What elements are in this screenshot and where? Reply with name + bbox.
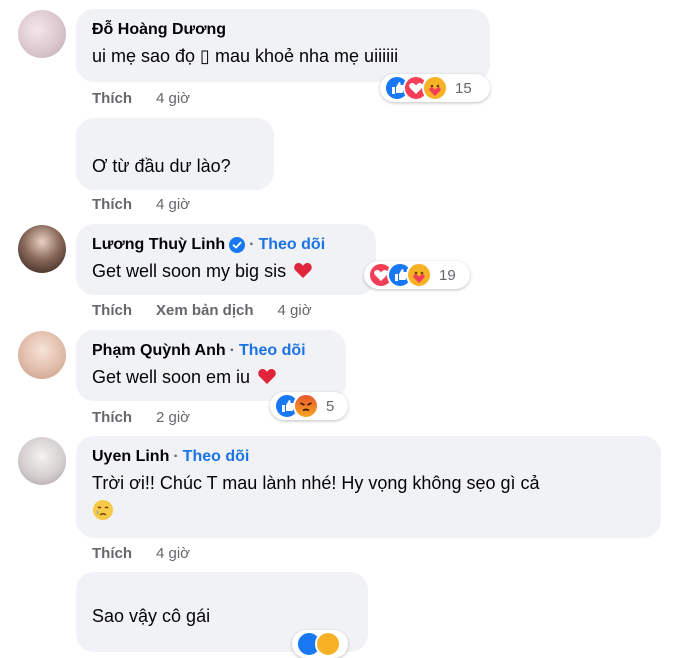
crying-face-emoji-icon [93, 500, 113, 520]
avatar[interactable] [18, 331, 66, 379]
reaction-summary[interactable]: 15 [380, 74, 490, 102]
like-button[interactable]: Thích [92, 302, 132, 319]
follow-button[interactable]: Theo dõi [239, 341, 306, 361]
separator-dot: · [173, 448, 179, 465]
comment-text: Get well soon em iu [92, 365, 330, 389]
timestamp[interactable]: 4 giờ [278, 302, 312, 319]
comment-text: Get well soon my big sis [92, 259, 360, 283]
commenter-name[interactable]: Đỗ Hoàng Dương [92, 20, 226, 40]
timestamp[interactable]: 4 giờ [156, 545, 190, 562]
comment-text: ui mẹ sao đọ ▯ mau khoẻ nha mẹ uiiiiii [92, 46, 399, 66]
follow-button[interactable]: Theo dõi [183, 447, 250, 467]
angry-reaction-icon [293, 393, 319, 419]
comment-actions: Thích Xem bản dịch 4 giờ [92, 302, 336, 319]
red-heart-emoji-icon [294, 263, 312, 278]
care-reaction-icon [315, 631, 341, 657]
comment-bubble: Uyen Linh · Theo dõi Trời ơi!! Chúc T ma… [76, 436, 661, 538]
follow-button[interactable]: Theo dõi [258, 235, 325, 255]
reaction-count: 19 [439, 266, 456, 284]
comment-actions: Thích 2 giờ [92, 409, 214, 426]
reaction-summary[interactable]: 5 [270, 392, 348, 420]
avatar[interactable] [18, 10, 66, 58]
comment-text: Sao vậy cô gái [92, 606, 211, 626]
reaction-summary[interactable] [292, 630, 348, 658]
reaction-count: 5 [326, 397, 335, 415]
like-button[interactable]: Thích [92, 196, 132, 213]
like-button[interactable]: Thích [92, 545, 132, 562]
care-reaction-icon [406, 262, 432, 288]
comment-text-body: Get well soon my big sis [92, 261, 287, 281]
comment-actions: Thích 4 giờ [92, 545, 214, 562]
red-heart-emoji-icon [258, 369, 276, 384]
comment-text: Trời ơi!! Chúc T mau lành nhé! Hy vọng k… [92, 473, 540, 493]
commenter-name[interactable]: Uyen Linh [92, 447, 169, 467]
comment-bubble: Lương Thuỳ Linh · Theo dõi Get well soon… [76, 224, 376, 295]
timestamp[interactable]: 4 giờ [156, 196, 190, 213]
separator-dot: · [229, 342, 235, 359]
comment-bubble: Đỗ Hoàng Dương ui mẹ sao đọ ▯ mau khoẻ n… [76, 9, 490, 82]
translate-button[interactable]: Xem bản dịch [156, 302, 254, 319]
reaction-count: 15 [455, 79, 472, 97]
comment-text-body: Get well soon em iu [92, 367, 251, 387]
comment-actions: Thích 4 giờ [92, 196, 214, 213]
comment-actions: Thích 4 giờ [92, 90, 214, 107]
timestamp[interactable]: 4 giờ [156, 90, 190, 107]
comment-text: Ơ từ đầu dư lào? [92, 156, 231, 176]
commenter-name[interactable]: Phạm Quỳnh Anh [92, 341, 226, 361]
reaction-summary[interactable]: 19 [364, 261, 470, 289]
comment-bubble: Ơ từ đầu dư lào? [76, 118, 274, 190]
avatar[interactable] [18, 225, 66, 273]
like-button[interactable]: Thích [92, 409, 132, 426]
like-button[interactable]: Thích [92, 90, 132, 107]
care-reaction-icon [422, 75, 448, 101]
comment-bubble: Phạm Quỳnh Anh · Theo dõi Get well soon … [76, 330, 346, 401]
commenter-name[interactable]: Lương Thuỳ Linh [92, 235, 225, 255]
timestamp[interactable]: 2 giờ [156, 409, 190, 426]
separator-dot: · [249, 236, 255, 253]
verified-badge-icon [229, 237, 246, 253]
avatar[interactable] [18, 437, 66, 485]
